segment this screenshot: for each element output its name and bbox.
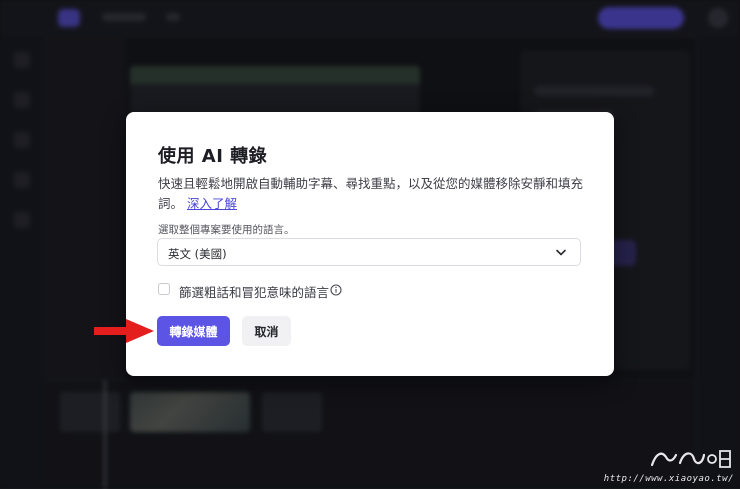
filter-profanity-checkbox[interactable] bbox=[158, 283, 170, 295]
language-select-value: 英文 (美國) bbox=[168, 247, 227, 261]
info-icon[interactable] bbox=[330, 284, 342, 296]
dialog-title: 使用 AI 轉錄 bbox=[158, 146, 268, 167]
watermark: http://www.xiaoyao.tw/ bbox=[604, 447, 734, 484]
filter-profanity-label: 篩選粗話和冒犯意味的語言 bbox=[179, 285, 330, 300]
red-arrow-annotation-icon bbox=[94, 319, 154, 343]
dialog-description: 快速且輕鬆地開啟自動輔助字幕、尋找重點，以及從您的媒體移除安靜和填充詞。 深入了解 bbox=[158, 174, 588, 214]
watermark-logo-icon bbox=[650, 450, 731, 468]
language-label: 選取整個專案要使用的語言。 bbox=[158, 224, 295, 236]
cancel-button[interactable]: 取消 bbox=[242, 316, 291, 346]
watermark-url: http://www.xiaoyao.tw/ bbox=[603, 474, 734, 484]
learn-more-link[interactable]: 深入了解 bbox=[187, 196, 237, 211]
chevron-down-icon bbox=[556, 249, 566, 256]
ai-transcription-dialog: 使用 AI 轉錄 快速且輕鬆地開啟自動輔助字幕、尋找重點，以及從您的媒體移除安靜… bbox=[126, 112, 614, 376]
language-select[interactable]: 英文 (美國) bbox=[157, 238, 581, 266]
transcribe-media-button[interactable]: 轉錄媒體 bbox=[157, 316, 230, 346]
